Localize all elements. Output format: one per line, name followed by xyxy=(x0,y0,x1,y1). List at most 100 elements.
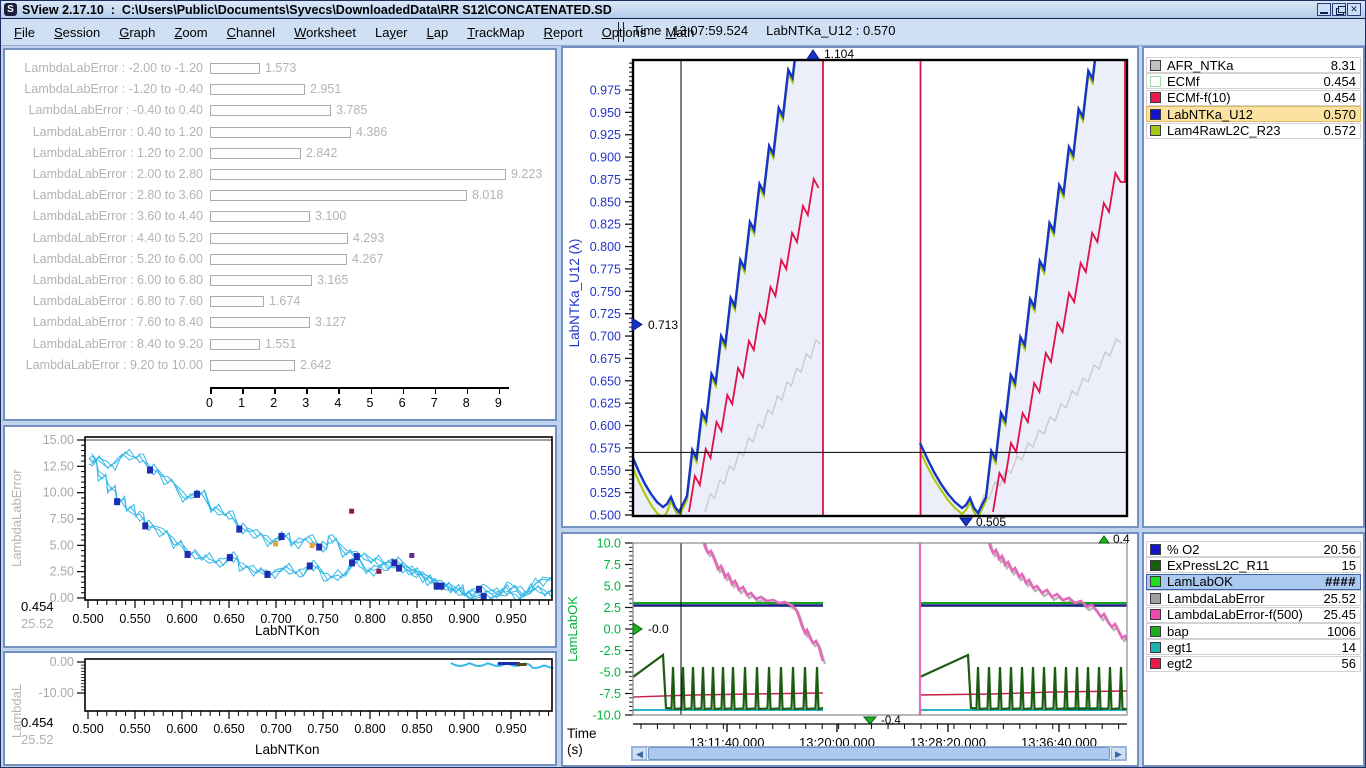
strip-x-tick-label: 0.550 xyxy=(119,722,150,736)
strip-x-tick-label: 0.900 xyxy=(448,722,479,736)
time-scrollbar[interactable]: ◀▶ xyxy=(631,746,1127,761)
time-y-tick-label: 0.0 xyxy=(604,623,621,637)
close-button[interactable]: ✕ xyxy=(1347,3,1361,16)
channel-row-expressl2c-r11[interactable]: ExPressL2C_R1115 xyxy=(1146,557,1361,573)
strip-x-tick-label: 0.800 xyxy=(354,722,385,736)
histogram-panel[interactable]: LambdaLabError : -2.00 to -1.201.573Lamb… xyxy=(3,48,557,421)
channel-value: 25.45 xyxy=(1323,607,1356,622)
histogram-row-label: LambdaLabError : -0.40 to 0.40 xyxy=(5,103,203,117)
minimize-button[interactable] xyxy=(1317,3,1331,16)
menu-item-zoom[interactable]: Zoom xyxy=(168,25,213,40)
channel-name: ECMf-f(10) xyxy=(1167,90,1323,105)
channel-name: ECMf xyxy=(1167,74,1323,89)
histogram-x-axis xyxy=(210,387,509,389)
channel-value: 0.570 xyxy=(1323,107,1356,122)
channel-value: 56 xyxy=(1342,656,1356,671)
histogram-x-tick-label: 6 xyxy=(399,396,406,410)
main-y-tick-label: 0.725 xyxy=(590,307,621,321)
channel-name: egt1 xyxy=(1167,640,1342,655)
channel-color-swatch xyxy=(1150,626,1161,637)
channel-name: bap xyxy=(1167,624,1327,639)
histogram-bar-value: 4.293 xyxy=(353,231,384,245)
histogram-bar xyxy=(210,296,264,307)
histogram-x-tick-label: 7 xyxy=(431,396,438,410)
channel-row-lam4rawl2c-r23[interactable]: Lam4RawL2C_R230.572 xyxy=(1146,123,1361,139)
main-y-tick-label: 0.550 xyxy=(590,464,621,478)
time-y-tick-label: 2.5 xyxy=(604,601,621,615)
time-marker-left-value: -0.0 xyxy=(648,622,669,636)
channel-color-swatch xyxy=(1150,60,1161,71)
restore-button[interactable] xyxy=(1332,3,1346,16)
channel-row-lambdalaberror[interactable]: LambdaLabError25.52 xyxy=(1146,590,1361,606)
scroll-left-arrow[interactable]: ◀ xyxy=(632,747,647,760)
menu-item-lap[interactable]: Lap xyxy=(421,25,455,40)
histogram-x-tick xyxy=(371,387,373,394)
status-time: Time : 13:07:59.524 xyxy=(633,23,748,38)
histogram-x-tick xyxy=(242,387,244,394)
channel-row-ecmf-f-10-[interactable]: ECMf-f(10)0.454 xyxy=(1146,90,1361,106)
histogram-bar xyxy=(210,169,506,180)
main-y-tick-label: 0.925 xyxy=(590,128,621,142)
channel-row-lambdalaberror-f-500-[interactable]: LambdaLabError-f(500)25.45 xyxy=(1146,607,1361,623)
menu-item-trackmap[interactable]: TrackMap xyxy=(461,25,530,40)
scatter-y-tick-label: 2.50 xyxy=(50,565,74,579)
histogram-bar-value: 4.267 xyxy=(352,252,383,266)
strip-x-axis-label: LabNTKon xyxy=(255,742,320,757)
histogram-x-tick xyxy=(338,387,340,394)
menu-item-worksheet[interactable]: Worksheet xyxy=(288,25,362,40)
status-channel-value: LabNTKa_U12 : 0.570 xyxy=(766,23,895,38)
channel-row--o2[interactable]: % O220.56 xyxy=(1146,541,1361,557)
main-y-tick-label: 0.675 xyxy=(590,352,621,366)
channel-name: % O2 xyxy=(1167,542,1323,557)
histogram-bar-value: 3.785 xyxy=(336,103,367,117)
main-plot-svg[interactable]: LabNTKa_U12 (λ)0.9750.9500.9250.9000.875… xyxy=(563,48,1137,526)
histogram-x-tick xyxy=(467,387,469,394)
menu-item-graph[interactable]: Graph xyxy=(113,25,161,40)
max-marker-icon xyxy=(807,50,819,59)
scatter-plot-svg[interactable]: 15.0012.5010.007.505.002.500.000.5000.55… xyxy=(5,427,555,646)
time-y-tick-label: -2.5 xyxy=(599,644,621,658)
scroll-thumb[interactable] xyxy=(648,747,1110,760)
channel-color-swatch xyxy=(1150,92,1161,103)
scatter-x-axis-label: LabNTKon xyxy=(255,623,320,638)
channel-color-swatch xyxy=(1150,658,1161,669)
histogram-x-tick-label: 4 xyxy=(334,396,341,410)
histogram-bar-value: 1.674 xyxy=(269,294,300,308)
menu-item-session[interactable]: Session xyxy=(48,25,106,40)
channel-row-ecmf[interactable]: ECMf0.454 xyxy=(1146,73,1361,89)
title-bar: S SView 2.17.10 : C:\Users\Public\Docume… xyxy=(1,1,1365,19)
main-y-tick-label: 0.750 xyxy=(590,285,621,299)
histogram-row-label: LambdaLabError : 2.00 to 2.80 xyxy=(5,167,203,181)
strip-panel[interactable]: 0.00-10.000.5000.5500.6000.6500.7000.750… xyxy=(3,651,557,766)
channel-row-labntka-u12[interactable]: LabNTKa_U120.570 xyxy=(1146,106,1361,122)
histogram-bar-value: 2.842 xyxy=(306,146,337,160)
time-cursor-value-marker xyxy=(633,623,642,635)
time-plot-panel[interactable]: LamLabOK10.07.55.02.50.0-2.5-5.0-7.5-10.… xyxy=(561,532,1139,767)
main-y-tick-label: 0.650 xyxy=(590,374,621,388)
channel-row-lamlabok[interactable]: LamLabOK#### xyxy=(1146,574,1361,590)
channel-name: ExPressL2C_R11 xyxy=(1167,558,1342,573)
channel-row-bap[interactable]: bap1006 xyxy=(1146,623,1361,639)
channel-row-egt1[interactable]: egt114 xyxy=(1146,639,1361,655)
menu-item-file[interactable]: File xyxy=(8,25,41,40)
channel-row-egt2[interactable]: egt256 xyxy=(1146,656,1361,672)
histogram-bar xyxy=(210,84,305,95)
channel-value: 14 xyxy=(1342,640,1356,655)
histogram-row-label: LambdaLabError : 3.60 to 4.40 xyxy=(5,209,203,223)
channel-row-afr-ntka[interactable]: AFR_NTKa8.31 xyxy=(1146,57,1361,73)
channel-value: 1006 xyxy=(1327,624,1356,639)
time-y-tick-label: 5.0 xyxy=(604,580,621,594)
channel-color-swatch xyxy=(1150,593,1161,604)
main-plot-panel[interactable]: LabNTKa_U12 (λ)0.9750.9500.9250.9000.875… xyxy=(561,46,1139,528)
scatter-y-tick-label: 5.00 xyxy=(50,538,74,552)
time-plot-svg[interactable]: LamLabOK10.07.55.02.50.0-2.5-5.0-7.5-10.… xyxy=(563,534,1137,765)
scroll-right-arrow[interactable]: ▶ xyxy=(1111,747,1126,760)
menu-item-layer[interactable]: Layer xyxy=(369,25,414,40)
histogram-x-tick-label: 9 xyxy=(495,396,502,410)
menu-item-report[interactable]: Report xyxy=(538,25,589,40)
main-y-tick-label: 0.825 xyxy=(590,218,621,232)
histogram-bar-value: 3.100 xyxy=(315,209,346,223)
menu-separator xyxy=(618,22,624,42)
scatter-panel[interactable]: 15.0012.5010.007.505.002.500.000.5000.55… xyxy=(3,425,557,648)
menu-item-channel[interactable]: Channel xyxy=(221,25,281,40)
